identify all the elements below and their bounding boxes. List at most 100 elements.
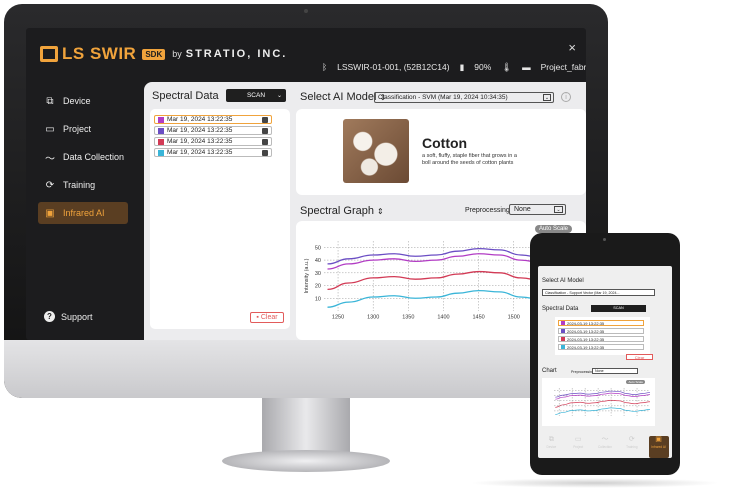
tablet-nav-device[interactable]: ⧉ Device bbox=[541, 436, 561, 458]
sidebar: ⧉ Device ▭ Project 〜 Data Collection ⟳ Training… bbox=[26, 78, 138, 340]
delete-icon[interactable] bbox=[262, 127, 268, 134]
x-tick-label: 1450 bbox=[472, 315, 484, 321]
x-tick-label: 1300 bbox=[367, 315, 379, 321]
trash-icon: ▪ bbox=[256, 314, 259, 321]
spectral-list-item[interactable]: Mar 19, 2024 13:22:35 bbox=[154, 115, 272, 124]
main-content: Spectral Data SCAN ⌄ Mar 19, 2024 13:22:… bbox=[144, 82, 586, 340]
tablet-clear-button[interactable]: Clear bbox=[626, 354, 653, 360]
sort-icon: ⇕ bbox=[377, 207, 384, 216]
scan-label: SCAN bbox=[246, 92, 266, 99]
tablet-list-item[interactable]: 2024-03-19 13:22:35 bbox=[558, 320, 644, 326]
sidebar-item-device[interactable]: ⧉ Device bbox=[38, 90, 128, 112]
color-swatch bbox=[158, 149, 164, 156]
color-swatch bbox=[561, 329, 565, 333]
spectral-graph-label: Spectral Graph bbox=[300, 205, 374, 217]
spectral-list-item[interactable]: Mar 19, 2024 13:22:35 bbox=[154, 137, 272, 146]
battery-level: 90% bbox=[474, 62, 492, 72]
tablet-nav-icon: 〜 bbox=[601, 436, 609, 443]
tablet-auto-scale-button[interactable]: Auto Scale bbox=[626, 380, 645, 384]
tablet-list-item[interactable]: 2024-03-19 13:22:35 bbox=[558, 336, 644, 342]
tablet-nav-label: Project bbox=[573, 445, 584, 449]
delete-icon[interactable] bbox=[262, 116, 268, 123]
brand-name: STRATIO, INC. bbox=[185, 48, 288, 60]
tablet-nav-collection[interactable]: 〜 Collection bbox=[595, 436, 615, 458]
tablet-item-label: 2024-03-19 13:22:35 bbox=[567, 320, 605, 326]
color-swatch bbox=[158, 138, 164, 145]
delete-icon[interactable] bbox=[262, 138, 268, 145]
tablet-item-label: 2024-03-19 13:22:35 bbox=[567, 344, 605, 350]
device-id: LSSWIR-01-001, (52B12C14) bbox=[337, 62, 450, 72]
tablet-nav-training[interactable]: ⟳ Training bbox=[622, 436, 642, 458]
select-model-label: Select AI Model bbox=[300, 91, 377, 103]
monitor-stand bbox=[262, 398, 350, 456]
app-window: LS SWIR SDK by STRATIO, INC. ᛒ LSSWIR-01… bbox=[26, 28, 586, 340]
close-icon[interactable]: × bbox=[568, 40, 576, 55]
project-name[interactable]: Project_fabric bbox=[541, 62, 586, 73]
support-link[interactable]: ? Support bbox=[38, 311, 93, 322]
model-selected-value: Classification - SVM (Mar 19, 2024 10:34… bbox=[378, 94, 508, 101]
spectral-list: Mar 19, 2024 13:22:35 Mar 19, 2024 13:22:… bbox=[150, 109, 290, 329]
color-swatch bbox=[561, 345, 565, 349]
tablet-camera-dot bbox=[603, 238, 606, 241]
tablet-nav-icon: ⧉ bbox=[548, 436, 554, 443]
y-axis-label: Intensity (a.u.) bbox=[304, 258, 310, 293]
folder-icon: ▭ bbox=[45, 123, 55, 135]
tablet-spectral-list: 2024-03-19 13:22:35 2024-03-19 13:22:35 20… bbox=[555, 317, 650, 355]
tablet-list-item[interactable]: 2024-03-19 13:22:35 bbox=[558, 344, 644, 350]
spectral-data-panel: Spectral Data SCAN ⌄ Mar 19, 2024 13:22:… bbox=[144, 82, 294, 340]
sidebar-item-training[interactable]: ⟳ Training bbox=[38, 174, 128, 196]
tablet-shadow bbox=[470, 478, 720, 488]
x-tick-label: 1500 bbox=[508, 315, 520, 321]
color-swatch bbox=[561, 321, 565, 325]
y-tick-label: 30 bbox=[315, 271, 321, 277]
tablet-graph: Auto Scale bbox=[542, 378, 655, 426]
x-tick-label: 1350 bbox=[402, 315, 414, 321]
color-swatch bbox=[561, 337, 565, 341]
chevron-down-icon: ⌄ bbox=[543, 94, 551, 101]
x-tick-label: 1400 bbox=[437, 315, 449, 321]
tablet-nav-label: Collection bbox=[597, 445, 612, 449]
tablet-nav-project[interactable]: ▭ Project bbox=[568, 436, 588, 458]
tablet-model-select[interactable]: Classification - Support Vector (Mar 19,… bbox=[542, 289, 655, 296]
sidebar-item-label: Infrared AI bbox=[63, 208, 105, 218]
result-description: a soft, fluffy, staple fiber that grows … bbox=[422, 153, 517, 166]
sidebar-item-infrared-ai[interactable]: ▣ Infrared AI bbox=[38, 202, 128, 224]
spectral-list-item[interactable]: Mar 19, 2024 13:22:35 bbox=[154, 126, 272, 135]
series-line bbox=[555, 399, 651, 408]
tablet-preprocessing-select[interactable]: None bbox=[592, 368, 638, 374]
camera-dot bbox=[304, 9, 308, 13]
y-tick-label: 40 bbox=[315, 258, 321, 264]
tablet-item-label: 2024-03-19 13:22:35 bbox=[567, 336, 605, 342]
info-icon[interactable]: i bbox=[561, 92, 571, 102]
sidebar-item-data-collection[interactable]: 〜 Data Collection bbox=[38, 146, 128, 168]
spectral-list-item[interactable]: Mar 19, 2024 13:22:35 bbox=[154, 148, 272, 157]
cotton-image bbox=[343, 119, 409, 183]
tablet-scan-dropdown[interactable]: SCAN bbox=[591, 305, 646, 312]
auto-scale-button[interactable]: Auto Scale bbox=[534, 225, 572, 233]
tablet-nav-label: Infrared AI bbox=[651, 445, 666, 449]
model-select[interactable]: Classification - SVM (Mar 19, 2024 10:34… bbox=[374, 92, 554, 103]
tablet-select-model-title: Select AI Model bbox=[542, 278, 584, 284]
tablet-nav-icon: ▭ bbox=[574, 436, 582, 443]
battery-icon: ▮ bbox=[459, 62, 465, 72]
sidebar-item-project[interactable]: ▭ Project bbox=[38, 118, 128, 140]
scan-dropdown[interactable]: SCAN ⌄ bbox=[226, 89, 286, 102]
delete-icon[interactable] bbox=[262, 149, 268, 156]
tablet-preprocessing-label: Preprocessing bbox=[571, 370, 594, 374]
tablet-nav-infrared-ai[interactable]: ▣ Infrared AI bbox=[648, 436, 669, 458]
result-card: Cotton a soft, fluffy, staple fiber that… bbox=[296, 109, 586, 195]
clear-button[interactable]: ▪ Clear bbox=[250, 312, 284, 323]
logo-text: LS SWIR bbox=[62, 44, 137, 63]
bluetooth-icon: ᛒ bbox=[322, 62, 328, 72]
tablet-spectral-title: Spectral Data bbox=[542, 306, 579, 312]
thermometer-icon: 🌡 bbox=[501, 62, 513, 72]
ai-icon: ▣ bbox=[45, 207, 55, 219]
device-icon: ⧉ bbox=[46, 95, 54, 107]
tablet-list-item[interactable]: 2024-03-19 13:22:35 bbox=[558, 328, 644, 334]
clear-label: Clear bbox=[260, 314, 278, 321]
tablet-nav-label: Training bbox=[626, 445, 638, 449]
sidebar-item-label: Data Collection bbox=[63, 152, 125, 162]
preprocessing-select[interactable]: None ⌄ bbox=[509, 204, 566, 215]
result-name: Cotton bbox=[422, 135, 468, 151]
tablet-item-label: 2024-03-19 13:22:35 bbox=[567, 328, 605, 334]
